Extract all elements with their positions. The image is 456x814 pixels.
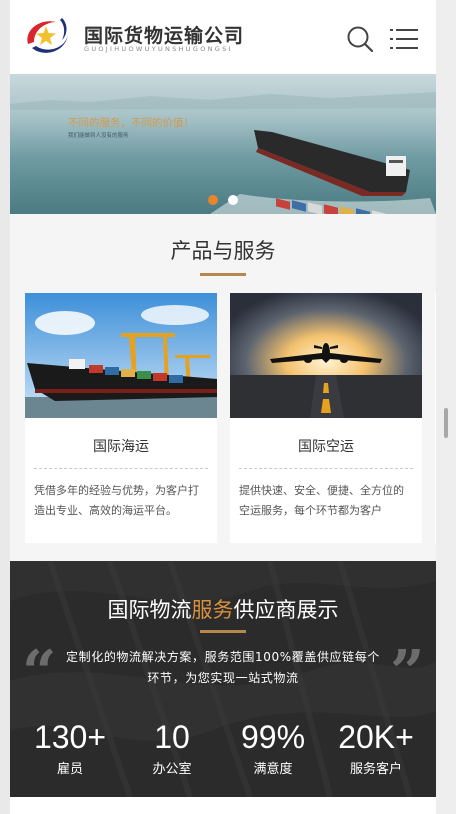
- banner-slogan: 不同的服务，不同的价值！: [68, 117, 194, 129]
- card-description: 提供快速、安全、便捷、全方位的空运服务，每个环节都为客户: [239, 484, 404, 517]
- carousel-dot-1[interactable]: [208, 195, 218, 205]
- close-quote-icon: ”: [390, 638, 425, 708]
- right-frame: [436, 0, 456, 814]
- stat-offices: 10 办公室: [122, 718, 222, 777]
- stat-label: 办公室: [152, 762, 192, 777]
- products-title-underline: [200, 273, 246, 276]
- search-icon[interactable]: [346, 24, 376, 54]
- hero-banner[interactable]: 不同的服务，不同的价值！ 我们能做到人没有的服务: [10, 74, 436, 214]
- carousel-indicators: [10, 195, 436, 207]
- menu-icon[interactable]: [390, 26, 420, 52]
- card-title: 国际空运: [298, 439, 354, 455]
- stat-employees: 130+ 雇员: [20, 718, 120, 777]
- stat-label: 满意度: [253, 762, 293, 777]
- site-header: 国际货物运输公司 GUOJIHUOWUYUNSHUGONGSI: [10, 0, 436, 74]
- next-section-edge: [10, 797, 436, 814]
- stat-label: 服务客户: [349, 762, 402, 777]
- brand-subtitle: GUOJIHUOWUYUNSHUGONGSI: [84, 45, 233, 53]
- stats-title-suffix: 供应商展示: [233, 598, 339, 622]
- product-card-sea[interactable]: 国际海运 凭借多年的经验与优势，为客户打造出专业、高效的海运平台。: [25, 293, 217, 543]
- stat-number: 99%: [240, 719, 306, 755]
- stat-number: 10: [154, 719, 190, 755]
- stat-clients: 20K+ 服务客户: [326, 718, 426, 777]
- card-divider: [239, 468, 413, 469]
- card-title: 国际海运: [93, 439, 149, 455]
- brand-name: 国际货物运输公司: [84, 25, 245, 47]
- stat-satisfaction: 99% 满意度: [223, 718, 323, 777]
- stat-number: 130+: [33, 719, 107, 755]
- air-freight-image: [230, 293, 422, 418]
- stat-label: 雇员: [56, 762, 83, 777]
- mobile-page: 国际货物运输公司 GUOJIHUOWUYUNSHUGONGSI 不同的服务，不同…: [10, 0, 436, 814]
- product-card-air[interactable]: 国际空运 提供快速、安全、便捷、全方位的空运服务，每个环节都为客户: [230, 293, 422, 543]
- stats-description: 定制化的物流解决方案，服务范围100%覆盖供应链每个环节，为您实现一站式物流: [66, 650, 380, 685]
- cargo-ship-image: [10, 74, 436, 214]
- products-section-title: 产品与服务: [170, 239, 276, 263]
- sea-freight-image: [25, 293, 217, 418]
- left-frame: [0, 0, 10, 814]
- carousel-dot-2[interactable]: [228, 195, 238, 205]
- open-quote-icon: “: [22, 638, 57, 708]
- scrollbar-thumb[interactable]: [444, 408, 448, 438]
- stats-section: 国际物流服务供应商展示 “ ” 定制化的物流解决方案，服务范围100%覆盖供应链…: [10, 561, 436, 797]
- banner-subtext: 我们能做到人没有的服务: [68, 133, 129, 139]
- card-divider: [34, 468, 208, 469]
- stat-number: 20K+: [338, 719, 414, 755]
- stats-title-highlight: 服务: [191, 598, 234, 622]
- stats-section-title: 国际物流服务供应商展示: [10, 594, 436, 624]
- company-logo-icon[interactable]: [22, 14, 70, 60]
- stats-title-prefix: 国际物流: [107, 598, 192, 622]
- stats-title-underline: [200, 630, 246, 633]
- card-description: 凭借多年的经验与优势，为客户打造出专业、高效的海运平台。: [34, 484, 199, 517]
